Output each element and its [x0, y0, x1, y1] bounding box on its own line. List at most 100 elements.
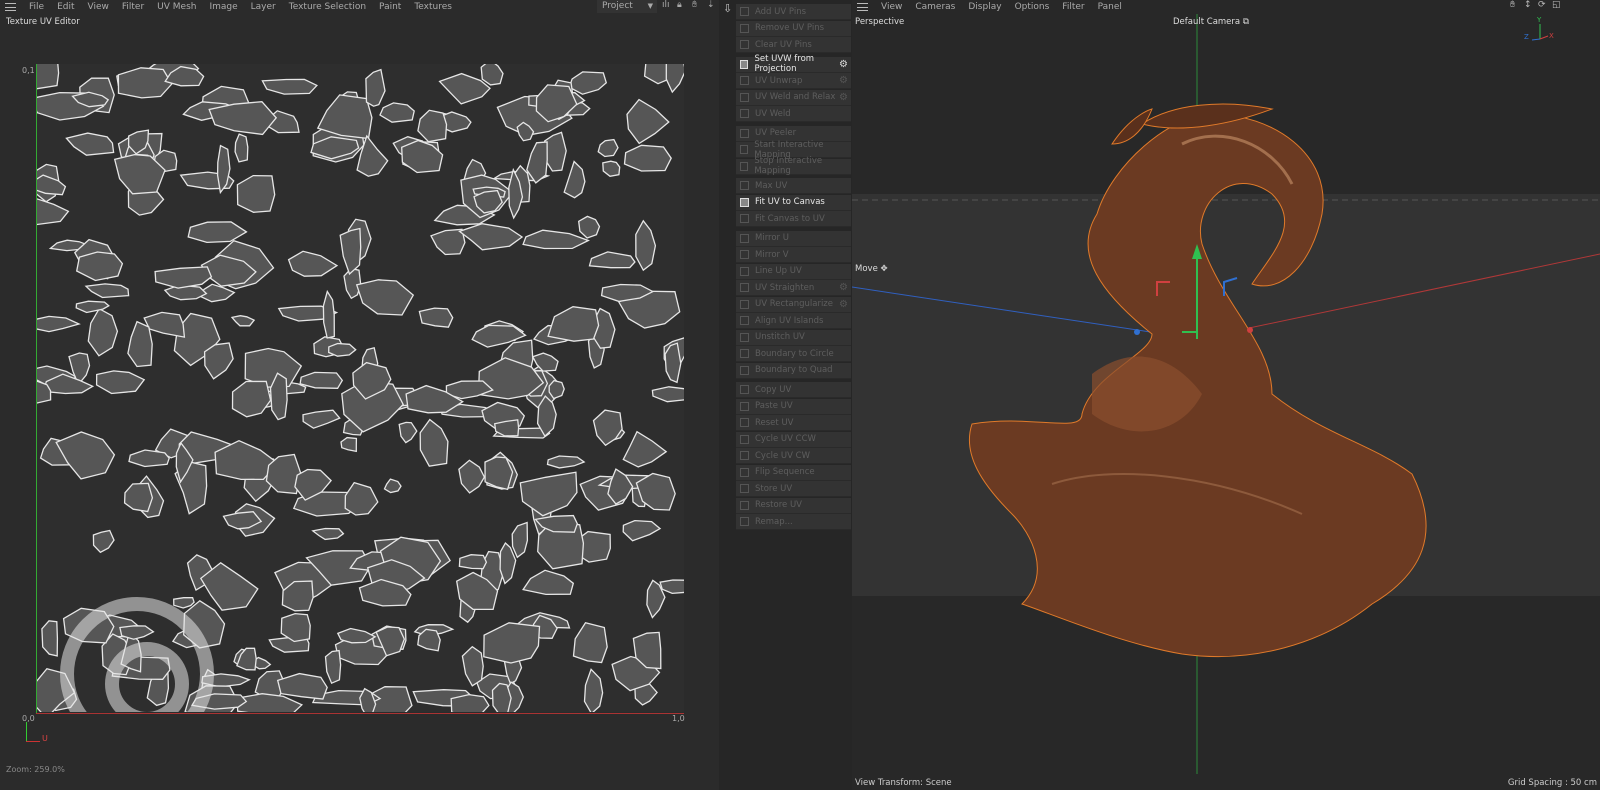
orbit-icon[interactable]: ⟳ [1538, 0, 1546, 10]
uv-island [117, 67, 173, 99]
gear-icon[interactable]: ⚙ [839, 59, 848, 70]
camera-link-icon: ⧉ [1242, 17, 1249, 27]
menu-filter[interactable]: Filter [1062, 2, 1084, 12]
tool-clear-uv-pins[interactable]: Clear UV Pins [736, 37, 851, 53]
tool-label: Remap... [755, 516, 793, 527]
tool-label: Set UVW from Projection [754, 54, 815, 74]
tool-label: UV Weld and Relax [755, 92, 836, 102]
histogram-icon[interactable]: ılı [662, 0, 670, 10]
tool-label: Flip Sequence [755, 467, 815, 477]
tool-cycle-uv-cw[interactable]: Cycle UV CW [736, 448, 851, 464]
pan-hand-icon[interactable]: ✋︎ [1510, 0, 1515, 10]
tool-icon [740, 250, 749, 259]
viewport-menubar: View Cameras Display Options Filter Pane… [857, 0, 1122, 14]
tool-icon [740, 59, 749, 69]
tool-boundary-to-circle[interactable]: Boundary to Circle [736, 346, 851, 362]
menu-cameras[interactable]: Cameras [915, 2, 955, 12]
gear-icon[interactable]: ⚙ [839, 282, 848, 293]
move-down-icon[interactable]: ⇩ [723, 2, 732, 15]
viewport-scene[interactable] [852, 14, 1600, 776]
tool-line-up-uv[interactable]: Line Up UV [736, 263, 851, 280]
tool-label: Mirror V [755, 249, 789, 260]
menu-texture-selection[interactable]: Texture Selection [289, 2, 366, 12]
tool-label: UV Straighten [755, 282, 815, 293]
menu-panel[interactable]: Panel [1098, 2, 1122, 12]
tool-cycle-uv-ccw[interactable]: Cycle UV CCW [736, 431, 851, 448]
menu-view[interactable]: View [88, 2, 109, 12]
menu-filter[interactable]: Filter [122, 2, 144, 12]
tool-mirror-u[interactable]: Mirror U [736, 230, 851, 247]
tool-add-uv-pins[interactable]: Add UV Pins [736, 4, 851, 20]
uv-menubar: File Edit View Filter UV Mesh Image Laye… [5, 0, 452, 14]
tool-uv-weld-and-relax[interactable]: UV Weld and Relax ⚙ [736, 89, 851, 106]
tool-label: Paste UV [755, 401, 793, 411]
tool-label: Store UV [755, 483, 793, 494]
tool-remove-uv-pins[interactable]: Remove UV Pins [736, 20, 851, 37]
dolly-arrow-icon[interactable]: ↕ [1524, 0, 1532, 10]
tool-label: Reset UV [755, 417, 794, 428]
menu-paint[interactable]: Paint [379, 2, 401, 12]
tool-remap[interactable]: Remap... [736, 514, 851, 530]
hamburger-menu-icon[interactable] [857, 3, 868, 11]
tool-max-uv[interactable]: Max UV [736, 178, 851, 194]
tool-fit-uv-to-canvas[interactable]: Fit UV to Canvas [736, 194, 851, 211]
uv-island [450, 693, 490, 712]
chevron-down-icon: ▼ [647, 2, 653, 10]
move-arrow-icon[interactable]: ⇣ [707, 0, 715, 10]
hamburger-menu-icon[interactable] [5, 3, 16, 11]
menu-file[interactable]: File [29, 2, 44, 12]
tool-fit-canvas-to-uv[interactable]: Fit Canvas to UV [736, 211, 851, 227]
menu-uv-mesh[interactable]: UV Mesh [157, 2, 196, 12]
tool-store-uv[interactable]: Store UV [736, 481, 851, 497]
uv-island [234, 133, 249, 163]
hand-icon[interactable]: ✋︎ [692, 0, 697, 10]
tool-paste-uv[interactable]: Paste UV [736, 398, 851, 415]
tool-uv-unwrap[interactable]: UV Unwrap ⚙ [736, 73, 851, 89]
menu-display[interactable]: Display [968, 2, 1001, 12]
menu-view[interactable]: View [881, 2, 902, 12]
zoom-status: Zoom: 259.0% [6, 765, 65, 774]
tool-stop-interactive-mapping[interactable]: Stop Interactive Mapping [736, 156, 851, 176]
tool-uv-rectangularize[interactable]: UV Rectangularize ⚙ [736, 296, 851, 313]
menu-options[interactable]: Options [1015, 2, 1050, 12]
menu-edit[interactable]: Edit [57, 2, 74, 12]
project-dropdown[interactable]: Project ▼ [597, 0, 657, 13]
tool-copy-uv[interactable]: Copy UV [736, 382, 851, 398]
gear-icon[interactable]: ⚙ [839, 92, 848, 103]
menu-image[interactable]: Image [209, 2, 237, 12]
tool-icon [740, 401, 749, 411]
uv-island [236, 174, 276, 213]
menu-layer[interactable]: Layer [251, 2, 276, 12]
uv-label-right: 1,0 [672, 714, 685, 723]
tool-mirror-v[interactable]: Mirror V [736, 247, 851, 263]
tool-uv-straighten[interactable]: UV Straighten ⚙ [736, 280, 851, 296]
tool-set-uvw-from-projection[interactable]: Set UVW from Projection ⚙ [736, 54, 851, 74]
tool-label: Boundary to Circle [755, 348, 834, 359]
lock-icon[interactable]: 🔒︎ [677, 0, 682, 10]
camera-name[interactable]: Default Camera ⧉ [1173, 17, 1249, 27]
grid-spacing-status: Grid Spacing : 50 cm [1507, 778, 1597, 788]
tool-uv-weld[interactable]: UV Weld [736, 106, 851, 122]
viewport-panel: View Cameras Display Options Filter Pane… [852, 0, 1600, 790]
tool-icon [740, 349, 749, 358]
gear-icon[interactable]: ⚙ [839, 299, 848, 310]
tool-label: Copy UV [755, 384, 792, 395]
menu-textures[interactable]: Textures [414, 2, 452, 12]
tool-reset-uv[interactable]: Reset UV [736, 415, 851, 431]
tool-unstitch-uv[interactable]: Unstitch UV [736, 329, 851, 346]
tool-align-uv-islands[interactable]: Align UV Islands [736, 313, 851, 329]
uv-canvas[interactable] [37, 64, 684, 712]
tool-flip-sequence[interactable]: Flip Sequence [736, 464, 851, 481]
axis-z-label: Z [1524, 33, 1529, 41]
tool-icon [740, 181, 749, 190]
tool-icon [740, 40, 749, 49]
tool-label: UV Rectangularize [755, 299, 833, 309]
tool-label: Line Up UV [755, 266, 802, 276]
tool-label: UV Peeler [755, 128, 797, 138]
maximize-view-icon[interactable]: ◱ [1552, 0, 1561, 10]
view-name[interactable]: Perspective [855, 17, 904, 27]
tool-boundary-to-quad[interactable]: Boundary to Quad [736, 362, 851, 379]
tool-icon [740, 500, 749, 510]
tool-restore-uv[interactable]: Restore UV [736, 497, 851, 514]
gear-icon[interactable]: ⚙ [839, 75, 848, 86]
